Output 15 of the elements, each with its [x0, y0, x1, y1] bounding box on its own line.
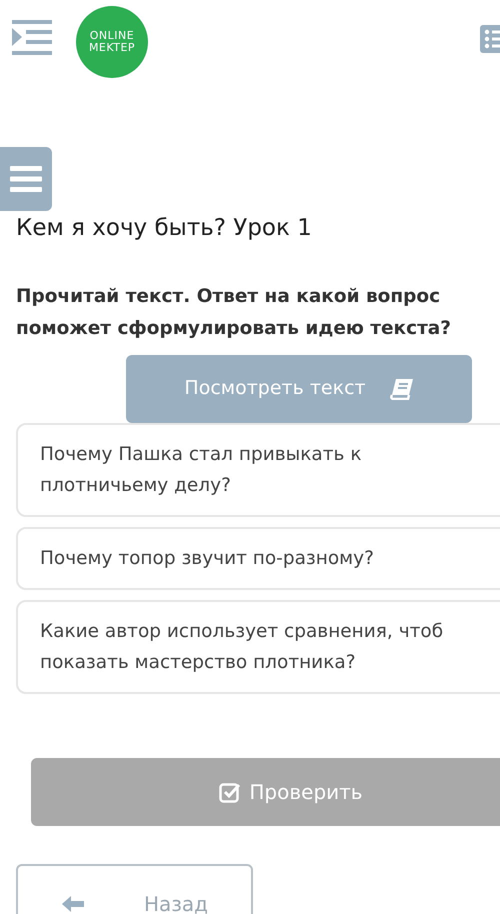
answer-option[interactable]: Какие автор использует сравнения, чтоб показать мастерство плотника?	[16, 600, 500, 694]
checkbox-icon	[219, 780, 242, 803]
answer-option[interactable]: Почему топор звучит по-разному?	[16, 526, 500, 590]
list-icon[interactable]	[480, 25, 500, 53]
sidebar-toggle-icon[interactable]	[12, 20, 52, 56]
question-text: Прочитай текст. Ответ на какой вопрос поможет сформулировать идею текста?	[16, 284, 452, 341]
answer-option[interactable]: Почему Пашка стал привыкать к плотничьему делу?	[16, 422, 500, 517]
menu-icon	[10, 166, 42, 192]
arrow-left-icon	[62, 896, 84, 912]
logo[interactable]: ONLINE MEKTEP	[76, 6, 148, 78]
menu-button[interactable]	[0, 147, 52, 211]
book-icon	[390, 378, 414, 400]
view-text-button[interactable]: Посмотреть текст	[126, 354, 472, 423]
back-button[interactable]: Назад	[16, 864, 253, 914]
lesson-title: Кем я хочу быть? Урок 1	[16, 215, 313, 243]
